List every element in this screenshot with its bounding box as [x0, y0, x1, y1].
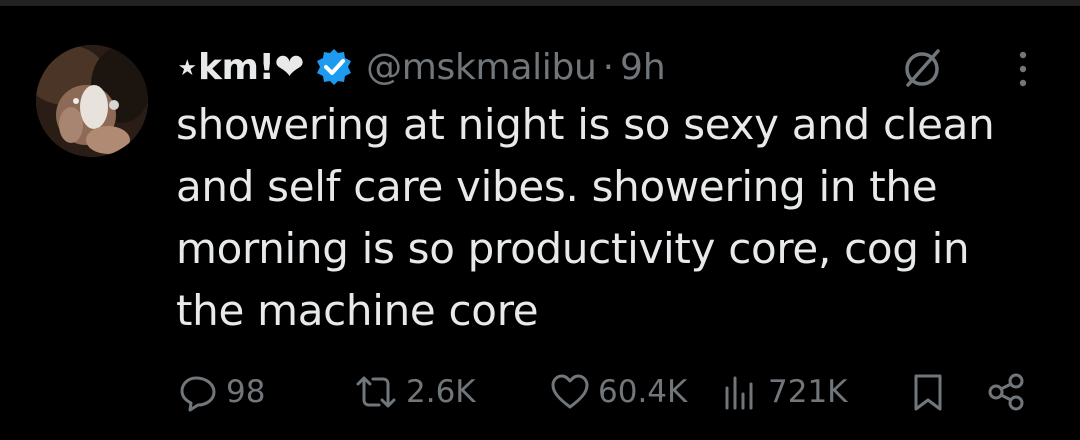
display-name[interactable]: ⋆km!❤ — [176, 47, 305, 88]
views-button[interactable]: 721K — [718, 362, 848, 422]
grok-icon[interactable] — [898, 44, 946, 92]
tweet-header: ⋆km!❤ @mskmalibu · 9h — [176, 42, 666, 92]
bookmark-icon — [906, 370, 950, 414]
tweet-text-line: showering at night is so sexy and clean — [176, 100, 995, 149]
reply-count: 98 — [226, 374, 266, 410]
reply-button[interactable]: 98 — [176, 362, 265, 422]
handle[interactable]: @mskmalibu — [366, 47, 597, 88]
repost-button[interactable]: 2.6K — [352, 362, 476, 422]
repost-icon — [352, 370, 400, 414]
avatar-image — [36, 45, 148, 157]
reply-icon — [176, 370, 220, 414]
tweet[interactable]: ⋆km!❤ @mskmalibu · 9h showering at night… — [0, 6, 1080, 440]
bookmark-button[interactable] — [906, 362, 950, 422]
timestamp[interactable]: 9h — [620, 47, 666, 88]
tweet-text-line: the machine core — [176, 286, 539, 335]
more-icon[interactable] — [1008, 46, 1038, 92]
view-count: 721K — [768, 374, 848, 410]
tweet-text: showering at night is so sexy and clean … — [176, 94, 1056, 342]
heart-icon — [548, 370, 592, 414]
avatar[interactable] — [36, 45, 148, 157]
action-bar: 98 2.6K 60.4K 721K — [0, 362, 1080, 422]
views-icon — [718, 370, 762, 414]
tweet-text-line: morning is so productivity core, cog in — [176, 224, 970, 273]
share-button[interactable] — [984, 362, 1028, 422]
separator: · — [602, 46, 615, 88]
like-button[interactable]: 60.4K — [548, 362, 687, 422]
verified-badge-icon — [314, 47, 354, 87]
repost-count: 2.6K — [406, 374, 476, 410]
share-icon — [984, 370, 1028, 414]
tweet-text-line: and self care vibes. showering in the — [176, 162, 938, 211]
like-count: 60.4K — [598, 374, 688, 410]
